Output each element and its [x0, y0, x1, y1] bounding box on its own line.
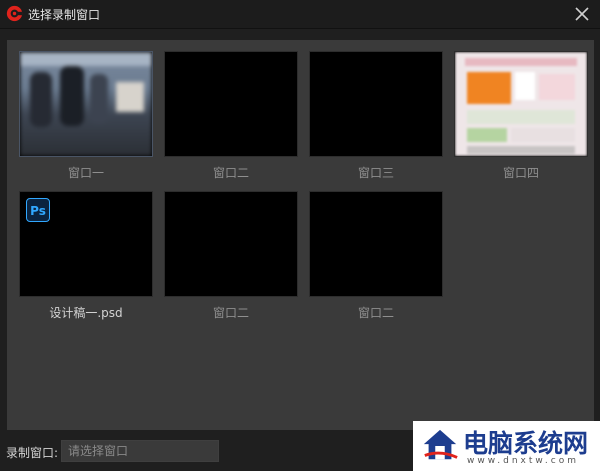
window-item[interactable]: 窗口三 — [309, 51, 443, 181]
window-item-label: 窗口一 — [67, 166, 104, 180]
window-item-label: 窗口二 — [357, 306, 394, 320]
window-item[interactable]: 窗口二 — [309, 191, 443, 321]
watermark-text: 电脑系统网 — [463, 429, 589, 458]
window-thumbnail[interactable] — [454, 51, 588, 157]
watermark-url: www.dnxtw.com — [467, 456, 580, 466]
close-icon[interactable] — [572, 4, 592, 24]
window-thumbnail[interactable] — [164, 51, 298, 157]
window-thumbnail[interactable] — [19, 51, 153, 157]
window-item-label: 窗口四 — [502, 166, 539, 180]
watermark: 电脑系统网 www.dnxtw.com — [413, 421, 600, 471]
window-list-panel: 窗口一 窗口二 窗口三 窗口四 Ps 设计稿一.psd 窗口二 窗口二 — [7, 40, 594, 430]
window-item[interactable]: Ps 设计稿一.psd — [19, 191, 153, 321]
webpage-preview — [455, 52, 587, 156]
window-item[interactable]: 窗口二 — [164, 191, 298, 321]
window-thumbnail[interactable]: Ps — [19, 191, 153, 297]
window-thumbnail[interactable] — [164, 191, 298, 297]
photo-preview — [20, 52, 152, 156]
record-window-label: 录制窗口: — [6, 446, 59, 460]
window-item-label: 窗口二 — [212, 166, 249, 180]
title-bar: 选择录制窗口 — [0, 0, 600, 29]
window-item-label: 设计稿一.psd — [49, 306, 123, 320]
window-thumbnail[interactable] — [309, 51, 443, 157]
record-window-input[interactable] — [61, 440, 219, 462]
app-logo-icon — [6, 5, 23, 22]
window-item-label: 窗口二 — [212, 306, 249, 320]
window-item[interactable]: 窗口一 — [19, 51, 153, 181]
house-logo-icon — [423, 429, 458, 460]
window-item-label: 窗口三 — [357, 166, 394, 180]
window-thumbnail[interactable] — [309, 191, 443, 297]
photoshop-icon: Ps — [26, 198, 50, 222]
window-item[interactable]: 窗口二 — [164, 51, 298, 181]
window-item[interactable]: 窗口四 — [454, 51, 588, 181]
window-title: 选择录制窗口 — [28, 8, 101, 22]
